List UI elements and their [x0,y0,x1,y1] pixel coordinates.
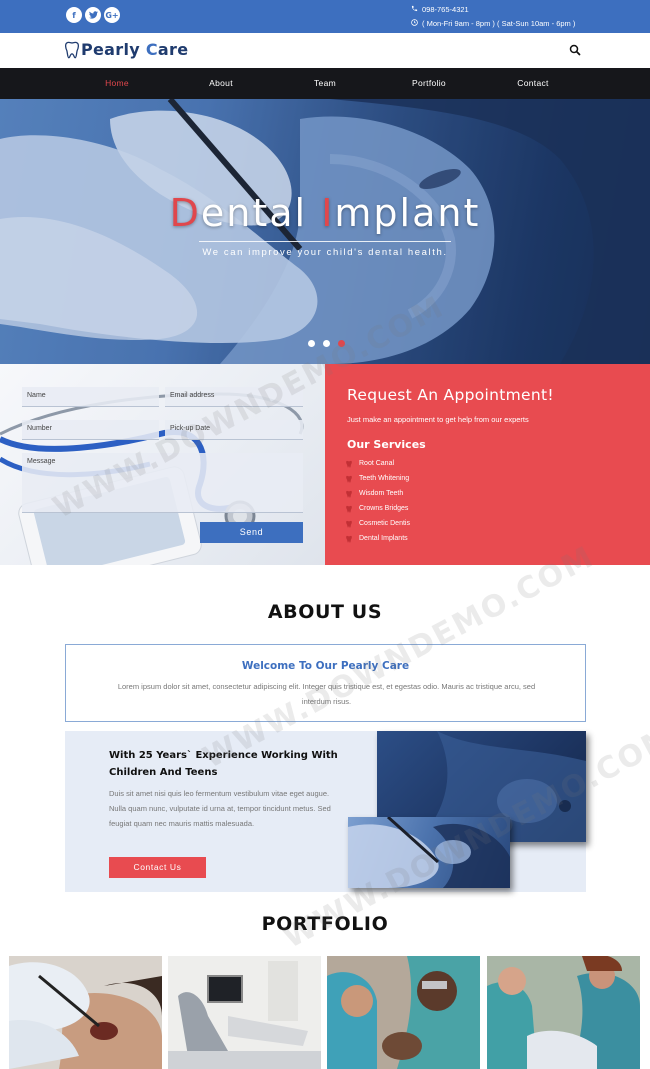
tooth-icon [346,460,352,468]
nav-contact[interactable]: Contact [517,68,548,99]
tooth-icon [346,505,352,513]
tooth-icon [346,535,352,543]
search-icon[interactable] [569,44,581,56]
about-title: ABOUT US [267,601,383,623]
welcome-title: Welcome To Our Pearly Care [241,660,410,672]
appointment-panel: Request An Appointment! Just make an app… [325,364,650,565]
tooth-icon [65,41,79,58]
portfolio-item-2[interactable] [168,956,321,1069]
clinic-image-small [348,817,510,888]
phone-icon [410,3,418,17]
opening-hours: ( Mon-Fri 9am - 8pm ) ( Sat-Sun 10am - 6… [422,19,576,28]
google-plus-icon[interactable]: G+ [104,7,120,23]
list-item[interactable]: Wisdom Teeth [345,486,410,501]
phone-number[interactable]: 098-765-4321 [422,3,469,17]
welcome-box: Welcome To Our Pearly Care Lorem ipsum d… [65,644,586,722]
list-item[interactable]: Cosmetic Dentis [345,516,410,531]
twitter-icon[interactable] [85,7,101,23]
appointment-title: Request An Appointment! [347,386,554,404]
header: Pearly Care [0,33,650,68]
clock-icon [410,17,418,31]
portfolio-item-4[interactable] [487,956,640,1069]
tooth-icon [346,475,352,483]
tooth-icon [346,520,352,528]
slider-dots [308,340,345,347]
list-item[interactable]: Crowns Bridges [345,501,410,516]
facebook-icon[interactable]: f [66,7,82,23]
experience-title: With 25 Years` Experience Working With C… [109,750,338,778]
nav-portfolio[interactable]: Portfolio [412,68,446,99]
appointment-form: Name Email address Number Pick-up Date M… [0,364,325,565]
contact-info: 098-765-4321 ( Mon-Fri 9am - 8pm ) ( Sat… [410,3,575,31]
number-field[interactable]: Number [22,420,159,440]
appointment-subtitle: Just make an appointment to get help fro… [347,415,529,424]
nav-home[interactable]: Home [105,68,129,99]
services-title: Our Services [347,438,426,451]
brand-name: Pearly Care [81,40,189,59]
welcome-text: Lorem ipsum dolor sit amet, consectetur … [117,682,536,706]
email-field[interactable]: Email address [165,387,303,407]
slider-dot-3[interactable] [338,340,345,347]
top-bar: f G+ 098-765-4321 ( Mon-Fri 9am - 8pm ) … [0,0,650,33]
portfolio-title: PORTFOLIO [261,913,389,935]
list-item[interactable]: Teeth Whitening [345,471,410,486]
nav-team[interactable]: Team [314,68,336,99]
message-field[interactable]: Message [22,453,303,513]
experience-text: Duis sit amet nisi quis leo fermentum ve… [109,789,331,828]
list-item[interactable]: Root Canal [345,456,410,471]
hero-subtitle: We can improve your child's dental healt… [202,247,448,258]
main-nav: Home About Team Portfolio Contact [0,68,650,99]
slider-dot-2[interactable] [323,340,330,347]
social-links: f G+ [66,7,120,23]
hero-title: Dental Implant [169,191,481,235]
portfolio-item-3[interactable] [327,956,480,1069]
hero-slider: Dental Implant We can improve your child… [0,99,650,364]
logo[interactable]: Pearly Care [64,40,188,59]
slider-dot-1[interactable] [308,340,315,347]
hero-divider [199,241,451,242]
tooth-icon [346,490,352,498]
nav-about[interactable]: About [209,68,233,99]
name-field[interactable]: Name [22,387,159,407]
services-list: Root Canal Teeth Whitening Wisdom Teeth … [345,456,410,546]
list-item[interactable]: Dental Implants [345,531,410,546]
send-button[interactable]: Send [200,522,303,543]
pickup-date-field[interactable]: Pick-up Date [165,420,303,440]
portfolio-item-1[interactable] [9,956,162,1069]
contact-us-button[interactable]: Contact Us [109,857,206,878]
